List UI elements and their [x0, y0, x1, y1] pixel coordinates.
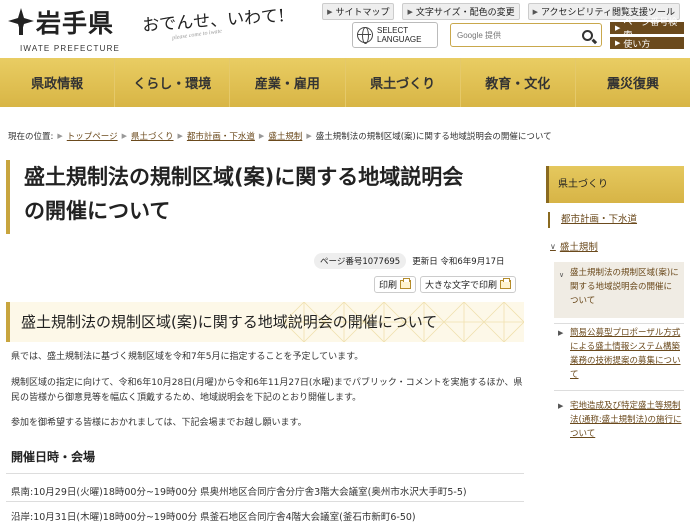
- updated-date: 更新日 令和6年9月17日: [412, 257, 505, 267]
- nav-item-education[interactable]: 教育・文化: [461, 58, 576, 107]
- site-search: [450, 23, 602, 47]
- printer-icon: [500, 278, 512, 289]
- site-logo[interactable]: 岩手県 IWATE PREFECTURE: [6, 4, 136, 54]
- nav-item-infrastructure[interactable]: 県土づくり: [346, 58, 461, 107]
- logo-title: 岩手県: [36, 9, 115, 38]
- sidebar-item-proposal[interactable]: ▶ 簡易公募型プロポーザル方式による盛土情報システム構築業務の技術提案の募集につい…: [554, 326, 684, 382]
- site-header: 岩手県 IWATE PREFECTURE おでんせ、いわて! please co…: [0, 0, 690, 58]
- arrow-right-icon: ▶: [407, 7, 413, 16]
- divider: [554, 323, 684, 324]
- nav-item-recovery[interactable]: 震災復興: [576, 58, 690, 107]
- chevron-right-icon: ▶: [121, 132, 127, 140]
- printer-icon: [400, 278, 412, 289]
- participation-paragraph: 参加を御希望する皆様におかれましては、下記会場までお越し願います。: [11, 418, 307, 428]
- arrow-right-icon: ▶: [615, 39, 621, 47]
- print-large-button[interactable]: 大きな文字で印刷: [420, 276, 517, 293]
- search-input[interactable]: [451, 30, 573, 40]
- sitemap-link[interactable]: ▶ サイトマップ: [322, 3, 395, 20]
- schedule-paragraph: 規制区域の指定に向けて、令和6年10月28日(月曜)から令和6年11月27日(水…: [11, 378, 523, 403]
- breadcrumb-link[interactable]: 盛土規制: [268, 130, 302, 142]
- chevron-right-icon: ▶: [558, 402, 564, 410]
- text-size-link[interactable]: ▶ 文字サイズ・配色の変更: [402, 3, 520, 20]
- page-title: 盛土規制法の規制区域(案)に関する地域説明会 の開催について: [6, 160, 524, 234]
- arrow-right-icon: ▶: [327, 7, 333, 16]
- print-buttons: 印刷 大きな文字で印刷: [374, 276, 517, 293]
- global-nav: 県政情報 くらし・環境 産業・雇用 県土づくり 教育・文化 震災復興: [0, 58, 690, 107]
- breadcrumb-link[interactable]: 都市計画・下水道: [187, 130, 255, 142]
- nav-item-life[interactable]: くらし・環境: [115, 58, 231, 107]
- chevron-right-icon: ▶: [177, 132, 183, 140]
- print-button[interactable]: 印刷: [374, 276, 417, 293]
- chevron-right-icon: ∨: [559, 271, 565, 279]
- sidebar-group-embankment[interactable]: ∨ 盛土規制: [550, 239, 598, 254]
- schedule-heading: 開催日時・会場: [6, 443, 524, 474]
- sidebar-item-law[interactable]: ▶ 宅地造成及び特定盛土等規制法(通称:盛土規制法)の施行について: [554, 399, 684, 441]
- divider: [6, 501, 524, 502]
- breadcrumb-label: 現在の位置:: [8, 132, 54, 142]
- intro-paragraph: 県では、盛土規制法に基づく規制区域を令和7年5月に指定することを予定しています。: [11, 352, 364, 362]
- language-label: SELECT LANGUAGE: [377, 26, 422, 44]
- page-meta: ページ番号1077695 更新日 令和6年9月17日: [314, 253, 505, 269]
- globe-icon: [357, 27, 373, 44]
- venue-item: 県南:10月29日(火曜)18時00分~19時00分 県奥州地区合同庁舎分庁舎3…: [11, 487, 467, 498]
- chevron-right-icon: ▶: [57, 132, 63, 140]
- nav-item-industry[interactable]: 産業・雇用: [230, 58, 346, 107]
- search-button[interactable]: [573, 24, 601, 46]
- breadcrumb: 現在の位置: ▶ トップページ ▶ 県土づくり ▶ 都市計画・下水道 ▶ 盛土規…: [8, 130, 552, 142]
- breadcrumb-link[interactable]: 県土づくり: [131, 130, 174, 142]
- chevron-right-icon: ▶: [258, 132, 265, 140]
- how-to-use-button[interactable]: ▶ 使い方: [610, 37, 684, 50]
- chevron-down-icon: ∨: [550, 241, 556, 251]
- sidebar-item-current[interactable]: ∨ 盛土規制法の規制区域(案)に関する地域説明会の開催について: [554, 262, 684, 318]
- page-number-badge: ページ番号1077695: [314, 253, 407, 269]
- language-selector[interactable]: SELECT LANGUAGE: [352, 22, 438, 48]
- page-number-search-button[interactable]: ▶ ページ番号検索: [610, 18, 684, 41]
- sidebar-heading[interactable]: 県土づくり: [546, 166, 684, 203]
- chevron-right-icon: ▶: [558, 329, 564, 337]
- breadcrumb-link[interactable]: トップページ: [67, 130, 118, 142]
- arrow-right-icon: ▶: [615, 24, 621, 32]
- page-search-group: ▶ ページ番号検索 ▶ 使い方: [610, 18, 684, 50]
- search-icon: [581, 29, 593, 41]
- chevron-right-icon: ▶: [306, 132, 312, 140]
- nav-item-government[interactable]: 県政情報: [0, 58, 116, 107]
- divider: [554, 390, 684, 391]
- iwate-emblem-icon: [8, 8, 34, 35]
- sidebar-item-urban-planning[interactable]: 都市計画・下水道: [548, 212, 684, 228]
- venue-item: 沿岸:10月31日(木曜)18時00分~19時00分 県釜石地区合同庁舎4階大会…: [11, 512, 416, 523]
- arrow-right-icon: ▶: [532, 7, 538, 16]
- breadcrumb-current: 盛土規制法の規制区域(案)に関する地域説明会の開催について: [315, 132, 552, 142]
- logo-subtitle: IWATE PREFECTURE: [20, 44, 121, 53]
- section-heading: 盛土規制法の規制区域(案)に関する地域説明会の開催について: [6, 302, 524, 342]
- hemp-leaf-pattern: [284, 302, 524, 342]
